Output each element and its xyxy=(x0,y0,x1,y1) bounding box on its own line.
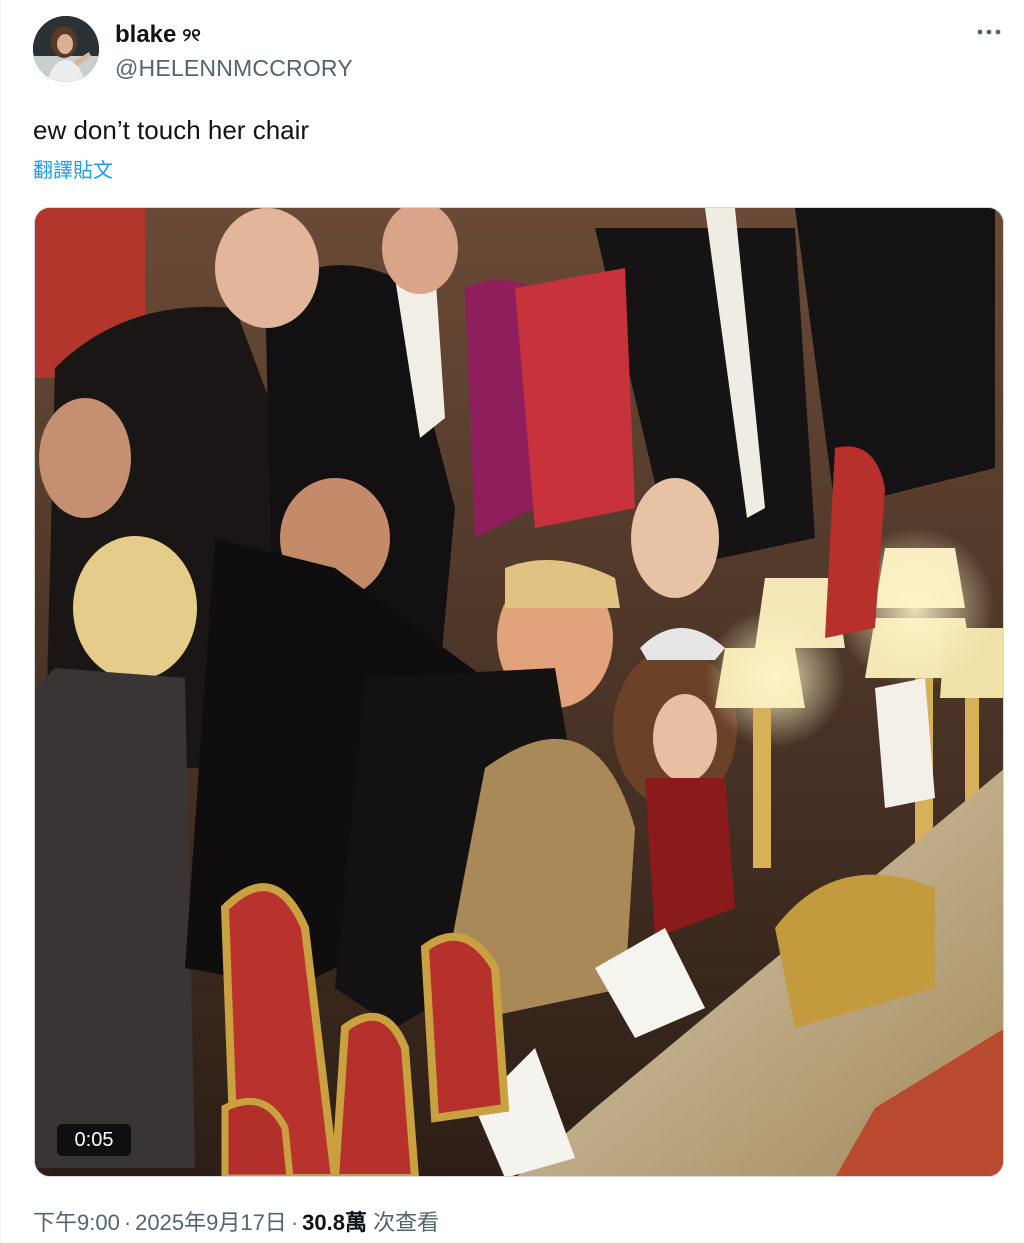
user-names: blake ୨୧ @HELENNMCCRORY xyxy=(115,20,353,84)
tweet-card: blake ୨୧ @HELENNMCCRORY ew don’t touch h… xyxy=(0,0,1024,1243)
post-date[interactable]: 2025年9月17日 xyxy=(135,1210,287,1235)
post-time[interactable]: 下午9:00 xyxy=(33,1210,120,1235)
separator: · xyxy=(290,1210,299,1235)
views-count[interactable]: 30.8萬 xyxy=(302,1210,367,1235)
display-name-text[interactable]: blake xyxy=(115,20,176,50)
tweet-text: ew don’t touch her chair xyxy=(33,115,310,145)
tweet-meta: 下午9:00 · 2025年9月17日 · 30.8萬 次查看 xyxy=(33,1208,439,1238)
video-time-badge: 0:05 xyxy=(57,1124,131,1156)
avatar[interactable] xyxy=(33,16,99,82)
translate-post-link[interactable]: 翻譯貼文 xyxy=(33,158,113,184)
video-player[interactable]: 0:05 xyxy=(34,207,1004,1177)
views-label: 次查看 xyxy=(373,1210,440,1235)
more-horizontal-icon[interactable] xyxy=(974,20,1004,44)
separator: · xyxy=(123,1210,132,1235)
user-handle[interactable]: @HELENNMCCRORY xyxy=(115,52,353,84)
display-name[interactable]: blake ୨୧ xyxy=(115,20,353,50)
tweet-header: blake ୨୧ @HELENNMCCRORY xyxy=(33,16,1004,88)
video-frame xyxy=(35,208,1003,1176)
display-name-emoji: ୨୧ xyxy=(182,25,201,45)
